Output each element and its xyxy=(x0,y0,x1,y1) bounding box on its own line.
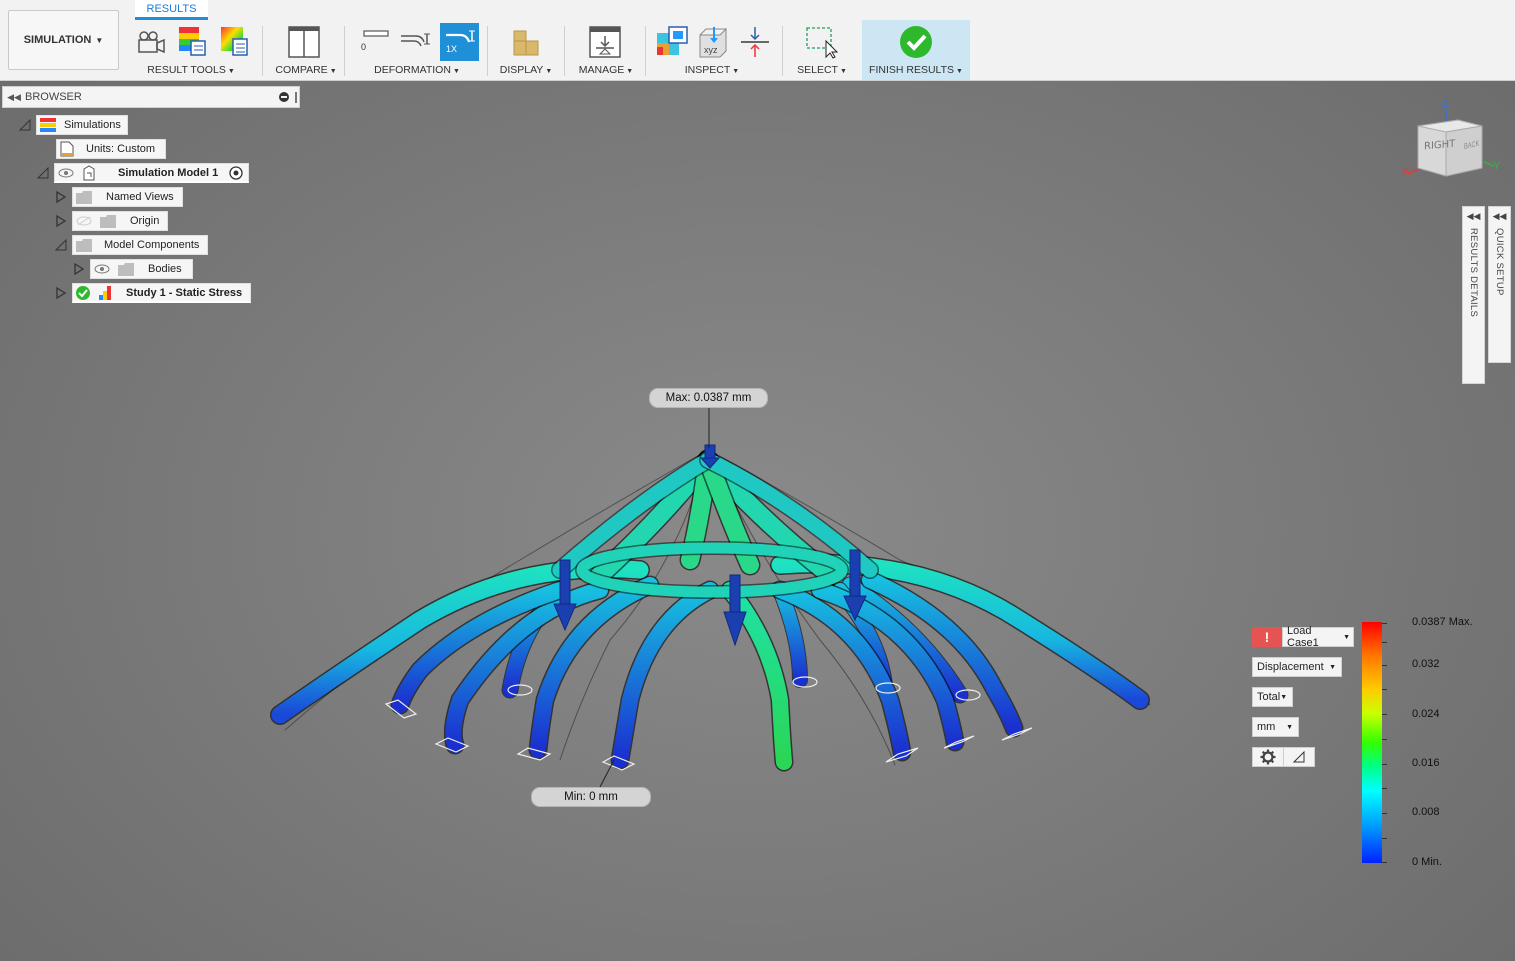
legend-expand-icon[interactable] xyxy=(1284,751,1314,763)
legend-tick xyxy=(1382,862,1387,863)
viewcube[interactable]: RIGHT BACK Z X Y xyxy=(1400,98,1505,184)
chevron-down-icon: ▼ xyxy=(1329,663,1336,671)
legend-tick xyxy=(1382,623,1387,624)
expand-panel-icon[interactable]: ◀◀ xyxy=(1489,207,1510,222)
legend-label: 0.024 xyxy=(1412,708,1440,720)
axis-z-label: Z xyxy=(1442,98,1449,110)
legend-tick xyxy=(1382,813,1387,814)
min-callout[interactable]: Min: 0 mm xyxy=(531,787,651,807)
warning-icon[interactable]: ! xyxy=(1252,627,1282,647)
model-geometry xyxy=(270,449,1151,772)
load-case-value: Load Case1 xyxy=(1287,625,1319,649)
axis-y-label: Y xyxy=(1493,160,1501,172)
component-value: Total xyxy=(1257,691,1281,703)
max-callout[interactable]: Max: 0.0387 mm xyxy=(649,388,768,408)
results-details-label: RESULTS DETAILS xyxy=(1468,228,1479,318)
legend-tick xyxy=(1382,838,1387,839)
result-type-value: Displacement xyxy=(1257,661,1324,673)
component-select[interactable]: Total ▼ xyxy=(1252,687,1293,707)
legend-tick xyxy=(1382,714,1387,715)
unit-value: mm xyxy=(1257,721,1276,733)
legend-tick xyxy=(1382,689,1387,690)
results-details-panel-tab[interactable]: ◀◀ RESULTS DETAILS xyxy=(1462,206,1485,384)
load-case-select[interactable]: Load Case1 ▼ xyxy=(1282,625,1354,649)
legend-tick xyxy=(1382,788,1387,789)
legend-label: 0.016 xyxy=(1412,757,1440,769)
legend-label: 0.008 xyxy=(1412,806,1440,818)
legend-options-bar xyxy=(1252,747,1315,767)
expand-panel-icon[interactable]: ◀◀ xyxy=(1463,207,1484,222)
result-type-select[interactable]: Displacement ▼ xyxy=(1252,657,1342,677)
chevron-down-icon: ▼ xyxy=(1280,693,1288,701)
legend-tick xyxy=(1382,642,1387,643)
gear-icon[interactable] xyxy=(1253,749,1283,765)
legend-label-max: 0.0387 Max. xyxy=(1412,616,1473,628)
quick-setup-label: QUICK SETUP xyxy=(1494,228,1505,296)
chevron-down-icon: ▼ xyxy=(1343,633,1350,641)
legend-tick xyxy=(1382,764,1387,765)
unit-select[interactable]: mm ▼ xyxy=(1252,717,1299,737)
chevron-down-icon: ▼ xyxy=(1286,723,1293,731)
legend-label-min: 0 Min. xyxy=(1412,856,1442,868)
legend-label: 0.032 xyxy=(1412,658,1440,670)
legend-tick xyxy=(1382,739,1387,740)
axis-x-label: X xyxy=(1402,166,1410,178)
quick-setup-panel-tab[interactable]: ◀◀ QUICK SETUP xyxy=(1488,206,1511,363)
simulation-model-view[interactable] xyxy=(0,0,1515,961)
legend-color-bar xyxy=(1362,622,1382,863)
legend-tick xyxy=(1382,665,1387,666)
